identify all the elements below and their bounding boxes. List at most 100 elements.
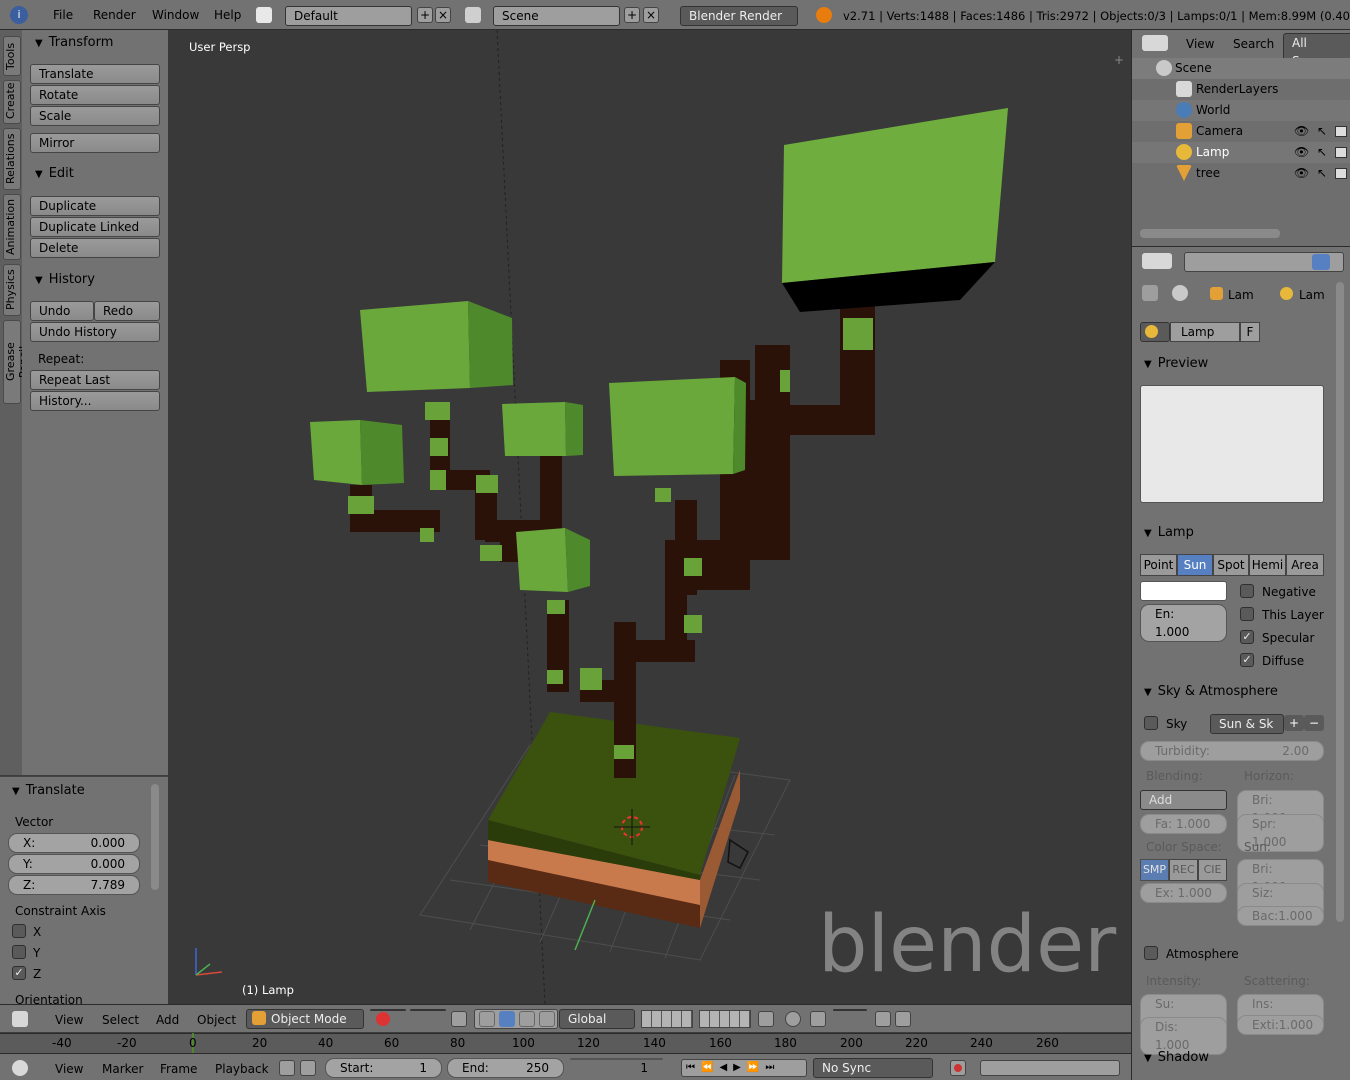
render-toggle-icon[interactable]: [1335, 126, 1347, 137]
prev-key-icon[interactable]: ⏪: [701, 1062, 719, 1073]
blend-factor-field[interactable]: Fa: 1.000: [1140, 814, 1227, 834]
panel-lamp[interactable]: ▼ Lamp: [1144, 525, 1194, 540]
timeline[interactable]: [0, 1033, 1131, 1053]
lamp-type-hemi[interactable]: Hemi: [1249, 554, 1286, 576]
play-reverse-icon[interactable]: ◀: [719, 1062, 733, 1073]
specular-checkbox[interactable]: ✓: [1240, 630, 1254, 644]
tab-tools[interactable]: Tools: [3, 36, 21, 76]
play-icon[interactable]: ▶: [733, 1062, 747, 1073]
constraint-x-checkbox[interactable]: [12, 924, 26, 938]
lamp-type-point[interactable]: Point: [1140, 554, 1177, 576]
preview-range-icon[interactable]: [279, 1060, 295, 1076]
outliner-menu-search[interactable]: Search: [1233, 37, 1274, 51]
translate-manipulator-icon[interactable]: [479, 1011, 495, 1027]
record-icon[interactable]: [950, 1060, 966, 1076]
viewport-shading-select[interactable]: [370, 1009, 406, 1026]
lamp-type-spot[interactable]: Spot: [1213, 554, 1249, 576]
scene-icon[interactable]: [465, 7, 481, 23]
menu-view-3d[interactable]: View: [55, 1013, 83, 1027]
layout-select[interactable]: Default: [285, 6, 412, 26]
manipulator-icon[interactable]: [451, 1011, 467, 1027]
tab-grease-pencil[interactable]: Grease Pencil: [3, 320, 30, 404]
remove-scene-icon[interactable]: ×: [643, 7, 659, 23]
render-toggle-icon[interactable]: [1335, 147, 1347, 158]
editor-type-outliner-icon[interactable]: [1142, 35, 1168, 51]
menu-select[interactable]: Select: [102, 1013, 139, 1027]
vector-z-field[interactable]: Z: 7.789: [8, 875, 140, 895]
render-still-icon[interactable]: [875, 1011, 891, 1027]
tab-physics[interactable]: Physics: [3, 264, 21, 316]
info-editor-icon[interactable]: i: [10, 6, 28, 24]
rotate-button[interactable]: Rotate: [30, 85, 160, 105]
orientation-select[interactable]: Global: [559, 1009, 635, 1029]
editor-type-properties-icon[interactable]: [1142, 253, 1172, 269]
layer-grid-1[interactable]: [641, 1010, 693, 1028]
keying-icon[interactable]: [980, 1060, 1120, 1076]
delete-button[interactable]: Delete: [30, 238, 160, 258]
jump-end-icon[interactable]: ⏭: [765, 1062, 780, 1073]
viewport-plus-icon[interactable]: +: [1114, 54, 1126, 66]
eye-icon[interactable]: 👁: [1294, 145, 1309, 159]
lamp-color-swatch[interactable]: [1140, 581, 1227, 601]
remove-layout-icon[interactable]: ×: [435, 7, 451, 23]
next-key-icon[interactable]: ⏩: [747, 1062, 765, 1073]
constraint-z-checkbox[interactable]: ✓: [12, 966, 26, 980]
eye-icon[interactable]: 👁: [1294, 166, 1309, 180]
local-manipulator-icon[interactable]: [539, 1011, 555, 1027]
add-preset-icon[interactable]: +: [1284, 715, 1304, 731]
exposure-field[interactable]: Ex: 1.000: [1140, 883, 1227, 903]
object-mode-select[interactable]: Object Mode: [246, 1009, 364, 1029]
vector-y-field[interactable]: Y: 0.000: [8, 854, 140, 874]
panel-transform[interactable]: ▼ Transform: [35, 35, 113, 50]
lock-icon[interactable]: [300, 1060, 316, 1076]
outliner-row-renderlayers[interactable]: RenderLayers: [1132, 79, 1350, 100]
snap-element-select[interactable]: [833, 1009, 867, 1011]
negative-checkbox[interactable]: [1240, 584, 1254, 598]
panel-shadow[interactable]: ▼ Shadow: [1144, 1050, 1209, 1065]
vector-x-field[interactable]: X: 0.000: [8, 833, 140, 853]
pin-icon[interactable]: [1142, 285, 1158, 301]
operator-scrollbar[interactable]: [151, 784, 159, 890]
start-frame-field[interactable]: Start: 1: [325, 1058, 442, 1078]
duplicate-button[interactable]: Duplicate: [30, 196, 160, 216]
tab-relations[interactable]: Relations: [3, 128, 21, 190]
end-frame-field[interactable]: End: 250: [447, 1058, 564, 1078]
energy-field[interactable]: En: 1.000: [1140, 604, 1227, 642]
menu-render[interactable]: Render: [93, 8, 136, 22]
blend-mode-select[interactable]: Add: [1140, 790, 1227, 810]
panel-edit[interactable]: ▼ Edit: [35, 166, 74, 181]
extinction-field[interactable]: Exti:1.000: [1237, 1015, 1324, 1035]
atmosphere-checkbox[interactable]: [1144, 946, 1158, 960]
lamp-type-area[interactable]: Area: [1286, 554, 1324, 576]
remove-preset-icon[interactable]: −: [1304, 715, 1324, 731]
lock-layers-icon[interactable]: [758, 1011, 774, 1027]
translate-button[interactable]: Translate: [30, 64, 160, 84]
menu-window[interactable]: Window: [152, 8, 199, 22]
menu-help[interactable]: Help: [214, 8, 241, 22]
timeline-menu-view[interactable]: View: [55, 1062, 83, 1076]
panel-preview[interactable]: ▼ Preview: [1144, 356, 1208, 371]
layer-grid-2[interactable]: [699, 1010, 751, 1028]
render-engine-select[interactable]: Blender Render: [680, 6, 798, 26]
undo-history-button[interactable]: Undo History: [30, 322, 160, 342]
menu-add[interactable]: Add: [156, 1013, 179, 1027]
scene-select[interactable]: Scene: [493, 6, 620, 26]
context-tabs[interactable]: [1184, 252, 1344, 272]
render-toggle-icon[interactable]: [1335, 168, 1347, 179]
undo-button[interactable]: Undo: [30, 301, 94, 321]
constraint-y-checkbox[interactable]: [12, 945, 26, 959]
select-arrow-icon[interactable]: ↖: [1317, 145, 1327, 159]
back-scatter-field[interactable]: Bac:1.000: [1237, 906, 1324, 926]
diffuse-checkbox[interactable]: ✓: [1240, 653, 1254, 667]
menu-object[interactable]: Object: [197, 1013, 236, 1027]
panel-history[interactable]: ▼ History: [35, 272, 95, 287]
color-space-rec[interactable]: REC: [1169, 859, 1198, 881]
lamp-type-sun[interactable]: Sun: [1177, 554, 1213, 576]
render-anim-icon[interactable]: [895, 1011, 911, 1027]
rotate-manipulator-icon[interactable]: [499, 1011, 515, 1027]
select-arrow-icon[interactable]: ↖: [1317, 166, 1327, 180]
properties-scrollbar[interactable]: [1336, 282, 1344, 922]
jump-start-icon[interactable]: ⏮: [686, 1062, 701, 1073]
panel-translate-op[interactable]: ▼ Translate: [12, 783, 85, 798]
color-space-cie[interactable]: CIE: [1198, 859, 1227, 881]
